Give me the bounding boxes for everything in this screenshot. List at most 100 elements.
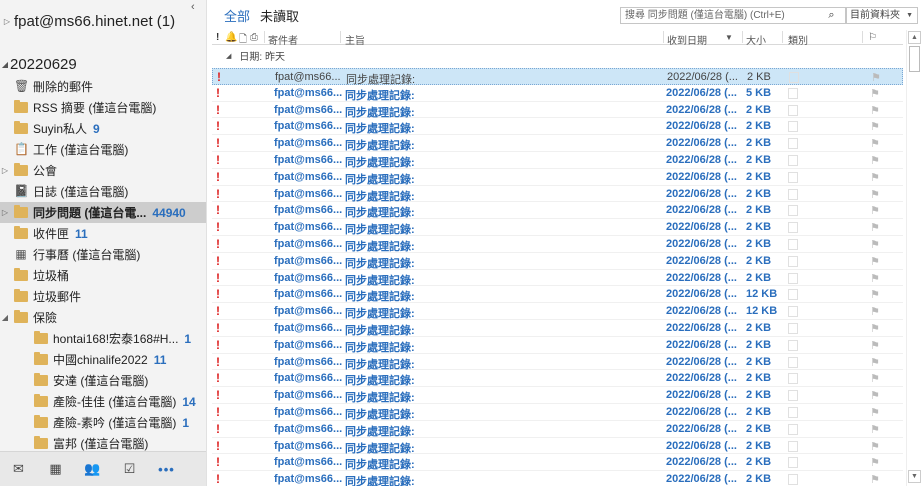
scroll-up-icon[interactable]: ▲ [908,31,921,44]
search-icon[interactable]: ⌕ [816,7,847,24]
flag-icon[interactable]: ⚑ [870,137,880,150]
flag-icon[interactable]: ⚑ [870,305,880,318]
column-divider[interactable] [862,31,863,43]
flag-icon[interactable]: ⚑ [870,456,880,469]
message-row[interactable]: ! fpat@ms66... 同步處理記錄: 2022/06/28 (... 2 KB ⚑ [212,354,903,371]
flag-icon[interactable]: ⚑ [870,87,880,100]
flag-icon[interactable]: ⚑ [870,171,880,184]
category-box[interactable] [788,188,798,200]
flag-icon[interactable]: ⚑ [870,356,880,369]
category-box[interactable] [788,87,798,99]
flag-icon[interactable]: ⚑ [870,372,880,385]
folder-item[interactable]: 垃圾郵件 [0,286,206,307]
category-box[interactable] [788,322,798,334]
category-box[interactable] [788,104,798,116]
flag-icon[interactable]: ⚑ [870,188,880,201]
category-box[interactable] [788,238,798,250]
column-divider[interactable] [264,31,265,43]
category-box[interactable] [788,457,798,469]
category-box[interactable] [788,171,798,183]
column-subject[interactable]: 主旨 [345,32,365,47]
account-header[interactable]: ▷ fpat@ms66.hinet.net (1) [0,10,205,32]
expand-arrow-icon[interactable]: ▷ [0,17,14,26]
data-file-header[interactable]: ◢ 20220629 [0,54,205,74]
flag-column-icon[interactable]: ⚐ [868,32,877,43]
message-row[interactable]: ! fpat@ms66... 同步處理記錄: 2022/06/28 (... 2 KB ⚑ [212,202,903,219]
folder-item[interactable]: hontai168!宏泰168#H... 1 [0,328,206,349]
folder-item[interactable]: 🗑 刪除的郵件 [0,76,206,97]
flag-icon[interactable]: ⚑ [870,238,880,251]
folder-item[interactable]: 安達 (僅這台電腦) [0,370,206,391]
flag-icon[interactable]: ⚑ [870,104,880,117]
message-row[interactable]: ! fpat@ms66... 同步處理記錄: 2022/06/28 (... 2 KB ⚑ [212,152,903,169]
category-box[interactable] [788,339,798,351]
message-row[interactable]: ! fpat@ms66... 同步處理記錄: 2022/06/28 (... 2 KB ⚑ [212,438,903,455]
column-received[interactable]: 收到日期 [667,32,707,47]
message-row[interactable]: ! fpat@ms66... 同步處理記錄: 2022/06/28 (... 2 KB ⚑ [212,135,903,152]
expand-arrow-icon[interactable]: ▷ [0,208,10,217]
flag-icon[interactable]: ⚑ [870,473,880,486]
flag-icon[interactable]: ⚑ [870,423,880,436]
flag-icon[interactable]: ⚑ [870,322,880,335]
message-row[interactable]: ! fpat@ms66... 同步處理記錄: 2022/06/28 (... 2 KB ⚑ [212,68,903,86]
column-divider[interactable] [742,31,743,43]
scroll-down-icon[interactable]: ▼ [908,470,921,483]
collapse-arrow-icon[interactable]: ◢ [0,60,10,69]
message-row[interactable]: ! fpat@ms66... 同步處理記錄: 2022/06/28 (... 12 KB… [212,286,903,303]
message-row[interactable]: ! fpat@ms66... 同步處理記錄: 2022/06/28 (... 2 KB ⚑ [212,186,903,203]
folder-item[interactable]: Suyin私人 9 [0,118,206,139]
message-row[interactable]: ! fpat@ms66... 同步處理記錄: 2022/06/28 (... 2 KB ⚑ [212,102,903,119]
message-row[interactable]: ! fpat@ms66... 同步處理記錄: 2022/06/28 (... 2 KB ⚑ [212,320,903,337]
column-divider[interactable] [782,31,783,43]
message-row[interactable]: ! fpat@ms66... 同步處理記錄: 2022/06/28 (... 2 KB ⚑ [212,219,903,236]
column-divider[interactable] [340,31,341,43]
message-row[interactable]: ! fpat@ms66... 同步處理記錄: 2022/06/28 (... 2 KB ⚑ [212,404,903,421]
filter-all[interactable]: 全部 [224,6,250,25]
scroll-thumb[interactable] [909,46,920,72]
vertical-scrollbar[interactable]: ▲ ▼ [906,30,922,486]
mail-icon[interactable]: ✉ [0,461,37,477]
flag-icon[interactable]: ⚑ [871,71,881,84]
folder-item[interactable]: ◢ 保險 [0,307,206,328]
category-box[interactable] [789,72,799,83]
folder-item[interactable]: 📓 日誌 (僅這台電腦) [0,181,206,202]
flag-icon[interactable]: ⚑ [870,288,880,301]
folder-item[interactable]: 產險-佳佳 (僅這台電腦) 14 [0,391,206,412]
message-row[interactable]: ! fpat@ms66... 同步處理記錄: 2022/06/28 (... 2 KB ⚑ [212,387,903,404]
column-category[interactable]: 類別 [788,32,808,47]
category-box[interactable] [788,272,798,284]
column-size[interactable]: 大小 [746,32,766,47]
search-input[interactable]: 搜尋 同步問題 (僅這台電腦) (Ctrl+E) [620,7,847,24]
message-row[interactable]: ! fpat@ms66... 同步處理記錄: 2022/06/28 (... 2 KB ⚑ [212,253,903,270]
category-box[interactable] [788,222,798,234]
folder-item[interactable]: 📋 工作 (僅這台電腦) [0,139,206,160]
category-box[interactable] [788,373,798,385]
importance-column-icon[interactable]: ! [216,32,219,43]
attachment-column-icon[interactable]: ⎙ [250,32,258,43]
expand-arrow-icon[interactable]: ◢ [0,313,10,322]
flag-icon[interactable]: ⚑ [870,154,880,167]
message-row[interactable]: ! fpat@ms66... 同步處理記錄: 2022/06/28 (... 5 KB ⚑ [212,85,903,102]
folder-item[interactable]: RSS 摘要 (僅這台電腦) [0,97,206,118]
collapse-pane-icon[interactable]: ‹ [191,1,195,13]
category-box[interactable] [788,289,798,301]
category-box[interactable] [788,306,798,318]
category-box[interactable] [788,440,798,452]
folder-item[interactable]: 產險-素吟 (僅這台電腦) 1 [0,412,206,433]
collapse-group-icon[interactable]: ◢ [226,52,231,60]
flag-icon[interactable]: ⚑ [870,204,880,217]
category-box[interactable] [788,138,798,150]
flag-icon[interactable]: ⚑ [870,272,880,285]
message-row[interactable]: ! fpat@ms66... 同步處理記錄: 2022/06/28 (... 2 KB ⚑ [212,454,903,471]
more-icon[interactable]: ••• [148,462,185,477]
category-box[interactable] [788,356,798,368]
group-header[interactable]: ◢ 日期: 昨天 [212,47,903,64]
folder-item[interactable]: ▷ 公會 [0,160,206,181]
message-row[interactable]: ! fpat@ms66... 同步處理記錄: 2022/06/28 (... 2 KB ⚑ [212,169,903,186]
search-scope-dropdown[interactable]: 目前資料夾 ▼ [845,7,918,24]
flag-icon[interactable]: ⚑ [870,406,880,419]
calendar-icon[interactable]: ▦ [37,461,74,477]
message-row[interactable]: ! fpat@ms66... 同步處理記錄: 2022/06/28 (... 2 KB ⚑ [212,270,903,287]
flag-icon[interactable]: ⚑ [870,221,880,234]
column-divider[interactable] [663,31,664,43]
